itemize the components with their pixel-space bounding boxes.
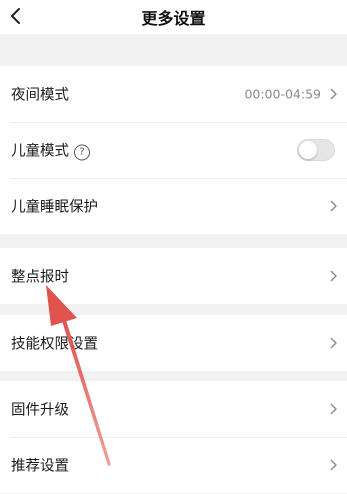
chevron-right-icon [330, 200, 337, 212]
settings-group-3: 技能权限设置 [0, 315, 347, 371]
chevron-right-icon [330, 403, 337, 415]
settings-group-4: 固件升级 推荐设置 [0, 381, 347, 493]
child-sleep-protection-label: 儿童睡眠保护 [11, 199, 98, 216]
chevron-right-icon [330, 459, 337, 471]
settings-group-1: 夜间模式 00:00-04:59 儿童模式? 儿童睡眠保护 [0, 66, 347, 234]
top-bar: 更多设置 [0, 0, 347, 34]
child-mode-toggle[interactable] [297, 139, 335, 161]
skill-permission-label: 技能权限设置 [11, 336, 98, 353]
chevron-right-icon [330, 337, 337, 349]
firmware-upgrade-label: 固件升级 [11, 402, 69, 419]
chevron-right-icon [330, 88, 337, 100]
skill-permission-row[interactable]: 技能权限设置 [0, 315, 347, 371]
question-circle-icon[interactable]: ? [74, 144, 90, 161]
child-mode-label-text: 儿童模式 [11, 143, 69, 160]
firmware-upgrade-row[interactable]: 固件升级 [0, 381, 347, 437]
night-mode-time-value: 00:00-04:59 [244, 86, 321, 102]
page-title: 更多设置 [141, 9, 206, 28]
hourly-chime-row[interactable]: 整点报时 [0, 248, 347, 304]
night-mode-label: 夜间模式 [11, 87, 69, 104]
settings-group-2: 整点报时 [0, 248, 347, 304]
child-mode-row: 儿童模式? [0, 122, 347, 178]
child-mode-label: 儿童模式? [11, 140, 90, 161]
night-mode-row[interactable]: 夜间模式 00:00-04:59 [0, 66, 347, 122]
recommended-settings-label: 推荐设置 [11, 458, 69, 475]
recommended-settings-row[interactable]: 推荐设置 [0, 437, 347, 493]
child-sleep-protection-row[interactable]: 儿童睡眠保护 [0, 178, 347, 234]
toggle-knob [299, 141, 317, 159]
chevron-right-icon [330, 270, 337, 282]
hourly-chime-label: 整点报时 [11, 269, 69, 286]
